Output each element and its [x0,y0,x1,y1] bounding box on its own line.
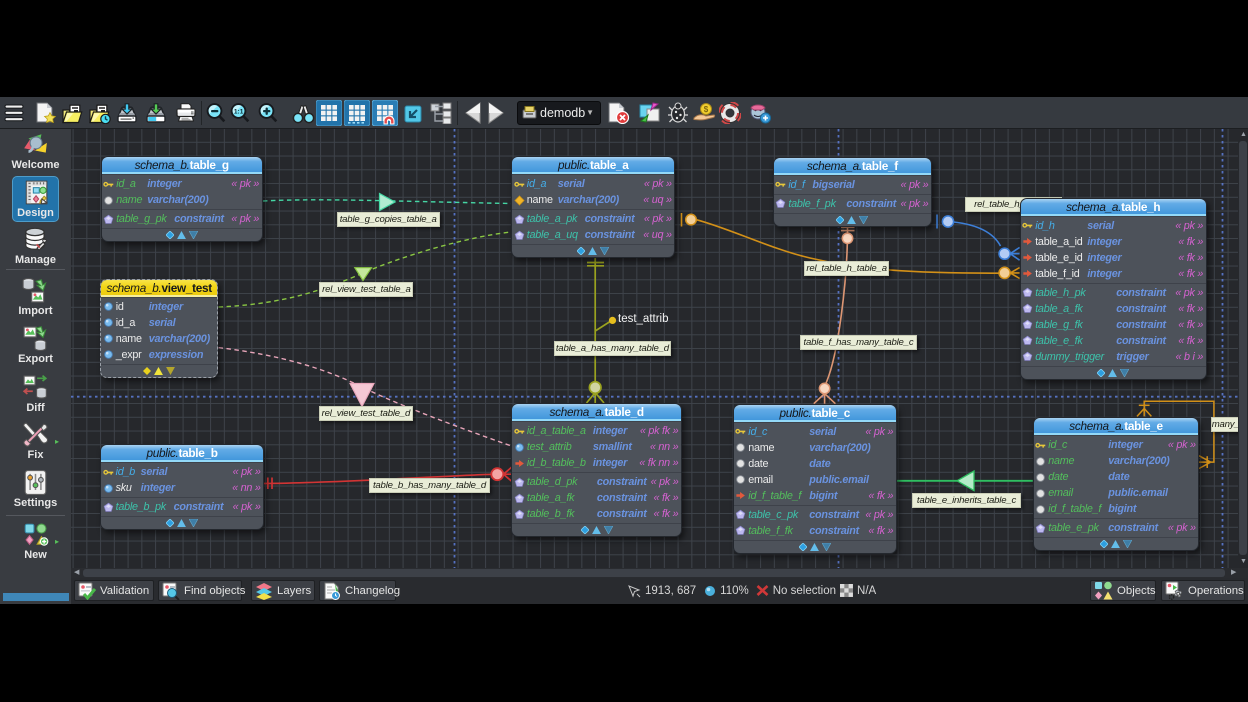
svg-text:1:1: 1:1 [234,109,244,116]
svg-text:$: $ [704,105,709,114]
